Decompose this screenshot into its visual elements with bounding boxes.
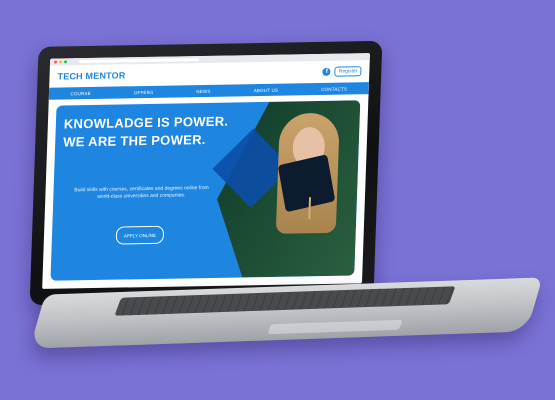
scene: TECH MENTOR f Register COURSE OFFERS NEW… <box>0 0 555 400</box>
facebook-icon[interactable]: f <box>322 67 331 76</box>
nav-item-offers[interactable]: OFFERS <box>134 89 154 94</box>
register-button[interactable]: Register <box>334 66 362 77</box>
laptop-lid: TECH MENTOR f Register COURSE OFFERS NEW… <box>29 40 383 306</box>
minimize-dot-icon[interactable] <box>59 60 63 64</box>
hero-banner: KNOWLADGE IS POWER. WE ARE THE POWER. Bu… <box>50 100 361 281</box>
headline-line-2: WE ARE THE POWER. <box>62 131 207 150</box>
nav-item-contacts[interactable]: CONTACTS <box>321 86 347 91</box>
close-dot-icon[interactable] <box>54 60 58 64</box>
nav-item-news[interactable]: NEWS <box>196 88 210 93</box>
brand-logo[interactable]: TECH MENTOR <box>57 70 125 81</box>
laptop-screen: TECH MENTOR f Register COURSE OFFERS NEW… <box>42 53 370 289</box>
header-actions: f Register <box>322 66 362 77</box>
nav-item-about-us[interactable]: ABOUT US <box>254 87 279 92</box>
hero-headline: KNOWLADGE IS POWER. WE ARE THE POWER. <box>63 113 229 152</box>
apply-online-button[interactable]: APPLY ONLINE <box>115 225 165 245</box>
hero-subtext: Build skills with courses, certificates … <box>74 184 209 200</box>
nav-item-course[interactable]: COURSE <box>70 90 91 95</box>
maximize-dot-icon[interactable] <box>63 60 68 64</box>
